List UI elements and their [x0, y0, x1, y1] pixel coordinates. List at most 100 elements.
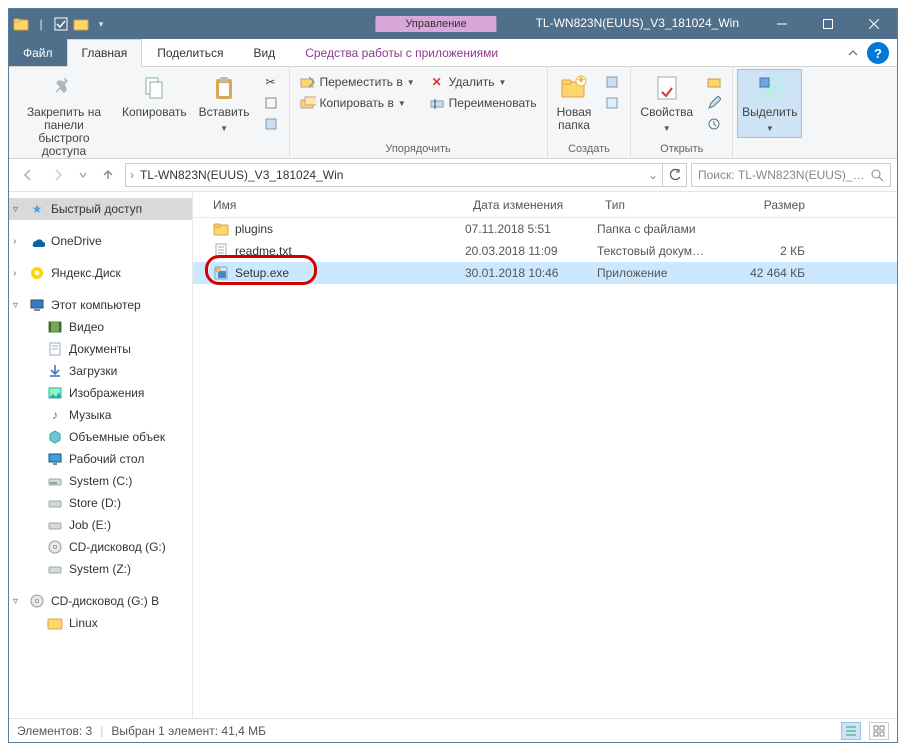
open-button[interactable] — [700, 72, 728, 92]
select-icon — [754, 72, 786, 104]
paste-shortcut-button[interactable] — [257, 114, 285, 134]
sidebar-drive-c[interactable]: System (C:) — [9, 470, 192, 492]
minimize-button[interactable] — [759, 9, 805, 39]
contextual-tab-label: Управление — [375, 16, 496, 32]
expand-icon[interactable]: ▿ — [13, 204, 23, 215]
home-tab[interactable]: Главная — [67, 39, 143, 67]
file-name: plugins — [235, 222, 273, 236]
collapse-icon[interactable]: ▿ — [13, 596, 23, 607]
easy-access-button[interactable] — [598, 93, 626, 113]
copy-to-button[interactable]: Копировать в▼ — [294, 93, 421, 113]
sidebar-pictures[interactable]: Изображения — [9, 382, 192, 404]
sidebar-linux[interactable]: Linux — [9, 612, 192, 634]
sidebar-desktop[interactable]: Рабочий стол — [9, 448, 192, 470]
file-name: readme.txt — [235, 244, 292, 258]
paste-button[interactable]: Вставить ▼ — [194, 69, 255, 138]
nav-recent-button[interactable] — [75, 162, 91, 188]
drive-icon — [47, 495, 63, 511]
history-button[interactable] — [700, 114, 728, 134]
expand-icon[interactable]: › — [13, 236, 23, 247]
file-row[interactable]: Setup.exe30.01.2018 10:46Приложение42 46… — [193, 262, 897, 284]
file-type: Приложение — [597, 266, 727, 280]
new-item-icon — [604, 74, 620, 90]
window-title: TL-WN823N(EUUS)_V3_181024_Win — [536, 16, 739, 30]
expand-icon[interactable]: › — [13, 268, 23, 279]
address-bar[interactable]: › TL-WN823N(EUUS)_V3_181024_Win ⌄ — [125, 163, 663, 187]
checkbox-icon[interactable] — [53, 16, 69, 32]
sidebar-music[interactable]: ♪Музыка — [9, 404, 192, 426]
column-header-type[interactable]: Тип — [597, 198, 727, 212]
pin-to-quickaccess-button[interactable]: Закрепить на панели быстрого доступа — [13, 69, 115, 161]
folder-small-icon[interactable] — [73, 16, 89, 32]
file-tab[interactable]: Файл — [9, 39, 67, 66]
sidebar-documents[interactable]: Документы — [9, 338, 192, 360]
help-button[interactable]: ? — [867, 42, 889, 64]
sidebar-3d-objects[interactable]: Объемные объек — [9, 426, 192, 448]
app-tools-tab[interactable]: Средства работы с приложениями — [290, 39, 513, 66]
copy-icon — [138, 72, 170, 104]
sidebar-drive-e[interactable]: Job (E:) — [9, 514, 192, 536]
address-history-icon[interactable]: ⌄ — [648, 168, 658, 182]
close-button[interactable] — [851, 9, 897, 39]
copy-to-icon — [300, 95, 316, 111]
yadisk-icon — [29, 265, 45, 281]
pictures-icon — [47, 385, 63, 401]
drive-icon — [47, 473, 63, 489]
nav-back-button[interactable] — [15, 162, 41, 188]
column-header-date[interactable]: Дата изменения — [465, 198, 597, 212]
ribbon-group-label: Создать — [552, 141, 627, 158]
move-to-button[interactable]: Переместить в▼ — [294, 72, 421, 92]
share-tab[interactable]: Поделиться — [142, 39, 238, 66]
refresh-button[interactable] — [663, 163, 687, 187]
open-icon — [706, 74, 722, 90]
sidebar-videos[interactable]: Видео — [9, 316, 192, 338]
ribbon-collapse-button[interactable] — [839, 39, 867, 66]
delete-button[interactable]: ✕ Удалить▼ — [423, 72, 543, 92]
video-icon — [47, 319, 63, 335]
sidebar-this-pc[interactable]: ▿ Этот компьютер — [9, 294, 192, 316]
select-button[interactable]: Выделить ▼ — [737, 69, 802, 138]
cd-icon — [29, 593, 45, 609]
breadcrumb-segment[interactable]: TL-WN823N(EUUS)_V3_181024_Win — [140, 168, 343, 182]
search-input[interactable]: Поиск: TL-WN823N(EUUS)_V… — [691, 163, 891, 187]
nav-forward-button[interactable] — [45, 162, 71, 188]
sidebar-cd-g[interactable]: CD-дисковод (G:) — [9, 536, 192, 558]
rename-button[interactable]: Переименовать — [423, 93, 543, 113]
sidebar-quick-access[interactable]: ▿ ★ Быстрый доступ — [9, 198, 192, 220]
details-view-button[interactable] — [841, 722, 861, 740]
properties-button[interactable]: Свойства ▼ — [635, 69, 698, 138]
sidebar-drive-z[interactable]: System (Z:) — [9, 558, 192, 580]
new-folder-button[interactable]: ✦ Новая папка — [552, 69, 597, 135]
nav-up-button[interactable] — [95, 162, 121, 188]
new-item-button[interactable] — [598, 72, 626, 92]
copy-path-button[interactable] — [257, 93, 285, 113]
sidebar-drive-d[interactable]: Store (D:) — [9, 492, 192, 514]
sidebar-onedrive[interactable]: › OneDrive — [9, 230, 192, 252]
copy-button[interactable]: Копировать — [117, 69, 192, 122]
column-header-size[interactable]: Размер — [727, 198, 817, 212]
sidebar-yandex-disk[interactable]: › Яндекс.Диск — [9, 262, 192, 284]
maximize-button[interactable] — [805, 9, 851, 39]
menubar: Файл Главная Поделиться Вид Средства раб… — [9, 39, 897, 67]
sidebar-downloads[interactable]: Загрузки — [9, 360, 192, 382]
history-icon — [706, 116, 722, 132]
edit-button[interactable] — [700, 93, 728, 113]
sidebar-cd-g-b[interactable]: ▿CD-дисковод (G:) B — [9, 590, 192, 612]
ribbon-group-organize: Переместить в▼ Копировать в▼ ✕ Удалить▼ … — [290, 67, 548, 158]
view-tab[interactable]: Вид — [238, 39, 290, 66]
address-bar-row: › TL-WN823N(EUUS)_V3_181024_Win ⌄ Поиск:… — [9, 159, 897, 191]
ribbon-group-new: ✦ Новая папка Создать — [548, 67, 632, 158]
file-size: 2 КБ — [727, 244, 817, 258]
delete-icon: ✕ — [429, 74, 445, 90]
cut-button[interactable]: ✂ — [257, 72, 285, 92]
column-header-name[interactable]: Имя — [205, 198, 465, 212]
collapse-icon[interactable]: ▿ — [13, 300, 23, 311]
search-icon — [871, 169, 884, 182]
folder-icon — [213, 221, 229, 237]
thumbnails-view-button[interactable] — [869, 722, 889, 740]
qat-customize-icon[interactable]: ▾ — [93, 16, 109, 32]
cloud-icon — [29, 233, 45, 249]
file-row[interactable]: readme.txt20.03.2018 11:09Текстовый доку… — [193, 240, 897, 262]
ribbon-group-label: Упорядочить — [294, 141, 543, 158]
file-row[interactable]: plugins07.11.2018 5:51Папка с файлами — [193, 218, 897, 240]
